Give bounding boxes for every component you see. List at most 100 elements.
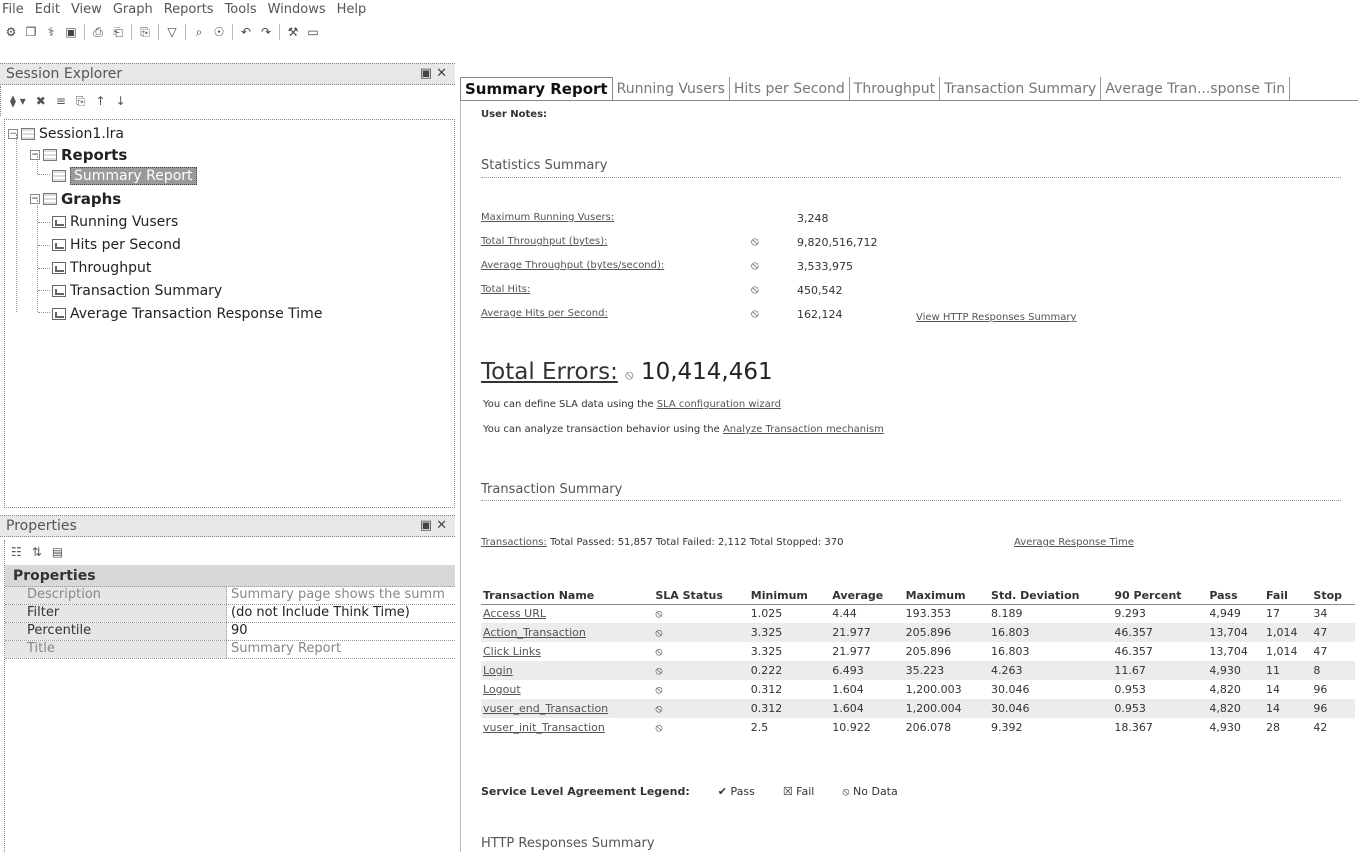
column-header-minimum[interactable]: Minimum [748, 588, 831, 605]
tree-item-graphs[interactable]: − Graphs [30, 188, 121, 210]
find-icon[interactable]: ☉ [211, 24, 227, 40]
funnel-icon[interactable]: ▽ [164, 24, 180, 40]
filter-icon[interactable]: ⚕ [43, 24, 59, 40]
settings-icon[interactable]: ⚒ [285, 24, 301, 40]
property-pages-icon[interactable]: ▤ [52, 545, 63, 559]
transaction-name-link[interactable]: Logout [481, 680, 653, 699]
transaction-name-link[interactable]: vuser_init_Transaction [481, 718, 653, 737]
sla-wizard-link[interactable]: SLA configuration wizard [657, 399, 781, 410]
tab-running-vusers[interactable]: Running Vusers [613, 77, 730, 100]
menu-windows[interactable]: Windows [268, 2, 326, 17]
stat-label-average-throughput-bytes-second[interactable]: Average Throughput (bytes/second): [481, 260, 664, 271]
pin-close-icon[interactable]: ▣ ✕ [420, 66, 447, 81]
save-icon[interactable]: ❐ [23, 24, 39, 40]
property-value[interactable]: 90 [227, 623, 455, 640]
property-value[interactable]: Summary page shows the summ [227, 587, 455, 604]
column-header-transaction-name[interactable]: Transaction Name [481, 588, 654, 605]
transactions-link[interactable]: Transactions: [481, 537, 547, 548]
http-responses-summary-link[interactable]: View HTTP Responses Summary [916, 312, 1076, 323]
tab-summary-report[interactable]: Summary Report [460, 77, 613, 100]
tab-hits-per-second[interactable]: Hits per Second [730, 77, 850, 100]
open-icon[interactable]: ⚙ [3, 24, 19, 40]
collapse-icon[interactable]: − [30, 194, 40, 204]
column-header-fail[interactable]: Fail [1264, 588, 1312, 605]
column-header-sla-status[interactable]: SLA Status [653, 588, 749, 605]
preview-icon[interactable]: ⎗ [110, 24, 126, 40]
sla-info-text: You can define SLA data using the [483, 399, 654, 410]
transaction-name-link[interactable]: Access URL [481, 604, 653, 623]
table-row: Logout ⦸ 0.312 1.604 1,200.003 30.046 0.953 4,8… [481, 680, 1355, 699]
tree-item-transaction-summary[interactable]: Transaction Summary [52, 280, 222, 302]
tree-label: Average Transaction Response Time [70, 306, 323, 322]
table-cell: 4,949 [1209, 607, 1241, 621]
tree-item-running-vusers[interactable]: Running Vusers [52, 211, 178, 233]
undo-icon[interactable]: ↶ [238, 24, 254, 40]
property-category[interactable]: Properties [5, 565, 455, 587]
average-response-time-link[interactable]: Average Response Time [1014, 537, 1134, 548]
menu-tools[interactable]: Tools [225, 2, 257, 17]
table-cell: 46.357 [1112, 623, 1208, 642]
property-value[interactable]: (do not Include Think Time) [227, 605, 455, 622]
property-row[interactable]: Filter (do not Include Think Time) [5, 605, 455, 623]
print-icon[interactable]: ⎙ [90, 24, 106, 40]
column-header-stop[interactable]: Stop [1311, 588, 1355, 605]
tab-average-tran-sponse-tin[interactable]: Average Tran...sponse Tin [1101, 77, 1291, 100]
transaction-name-link[interactable]: Action_Transaction [481, 623, 654, 642]
sort-icon[interactable]: ⇅ [32, 545, 42, 559]
copy-icon[interactable]: ⎘ [137, 24, 153, 40]
tree-item-average-transaction-response-time[interactable]: Average Transaction Response Time [52, 303, 322, 325]
categorized-icon[interactable]: ☷ [11, 545, 22, 559]
column-header-average[interactable]: Average [830, 588, 904, 605]
stat-label-maximum-running-vusers[interactable]: Maximum Running Vusers: [481, 212, 614, 223]
stat-label-total-throughput-bytes[interactable]: Total Throughput (bytes): [481, 236, 608, 247]
property-row[interactable]: Percentile 90 [5, 623, 455, 641]
property-row[interactable]: Title Summary Report [5, 641, 455, 659]
pin-close-icon[interactable]: ▣ ✕ [420, 518, 447, 533]
report-icon[interactable]: ▣ [63, 24, 79, 40]
menu-file[interactable]: File [2, 2, 24, 17]
collapse-icon[interactable]: − [30, 150, 40, 160]
transaction-name-link[interactable]: Click Links [481, 642, 653, 661]
view-options-icon[interactable]: ⧫ ▾ [10, 94, 26, 108]
tree-item-throughput[interactable]: Throughput [52, 257, 151, 279]
export-icon[interactable]: ▭ [305, 24, 321, 40]
table-cell: 6.493 [830, 661, 904, 680]
table-cell: 10.922 [832, 721, 871, 734]
zoom-icon[interactable]: ⌕ [191, 24, 207, 40]
menu-edit[interactable]: Edit [35, 2, 60, 17]
tree-item-summary-report[interactable]: Summary Report [52, 165, 197, 187]
move-down-icon[interactable]: ↓ [116, 94, 126, 108]
fail-icon: ☒ [782, 785, 797, 798]
tree-item-session[interactable]: − Session1.lra [8, 123, 124, 145]
property-value[interactable]: Summary Report [227, 641, 455, 658]
tree-item-reports[interactable]: − Reports [30, 144, 127, 166]
tab-transaction-summary[interactable]: Transaction Summary [940, 77, 1102, 100]
delete-icon[interactable]: ✖ [36, 94, 46, 108]
analyze-transaction-link[interactable]: Analyze Transaction mechanism [723, 424, 884, 435]
redo-icon[interactable]: ↷ [258, 24, 274, 40]
column-header-std-deviation[interactable]: Std. Deviation [989, 588, 1113, 605]
properties-toolbar: ☷ ⇅ ▤ [4, 540, 455, 564]
column-header-90-percent[interactable]: 90 Percent [1112, 588, 1208, 605]
tree-item-hits-per-second[interactable]: Hits per Second [52, 234, 181, 256]
menu-reports[interactable]: Reports [164, 2, 214, 17]
property-row[interactable]: Description Summary page shows the summ [5, 587, 455, 605]
stat-label-average-hits-per-second[interactable]: Average Hits per Second: [481, 308, 608, 319]
menu-help[interactable]: Help [337, 2, 367, 17]
divider [481, 500, 1341, 501]
column-header-maximum[interactable]: Maximum [903, 588, 990, 605]
menu-graph[interactable]: Graph [113, 2, 153, 17]
stat-label-total-hits[interactable]: Total Hits: [481, 284, 530, 295]
total-errors-label[interactable]: Total Errors: [481, 359, 618, 385]
column-header-pass[interactable]: Pass [1207, 588, 1265, 605]
collapse-icon[interactable]: − [8, 129, 18, 139]
table-cell: 16.803 [989, 623, 1113, 642]
transaction-name-link[interactable]: vuser_end_Transaction [481, 699, 654, 718]
main-toolbar: ⚙ ❐ ⚕ ▣ ⎙ ⎗ ⎘ ▽ ⌕ ☉ ↶ ↷ ⚒ ▭ [0, 19, 1358, 45]
copy-icon[interactable]: ⎘ [76, 94, 86, 109]
tab-throughput[interactable]: Throughput [850, 77, 941, 100]
move-up-icon[interactable]: ↑ [96, 94, 106, 108]
rename-icon[interactable]: ≡ [56, 94, 66, 108]
menu-view[interactable]: View [71, 2, 102, 17]
transaction-name-link[interactable]: Login [481, 661, 654, 680]
